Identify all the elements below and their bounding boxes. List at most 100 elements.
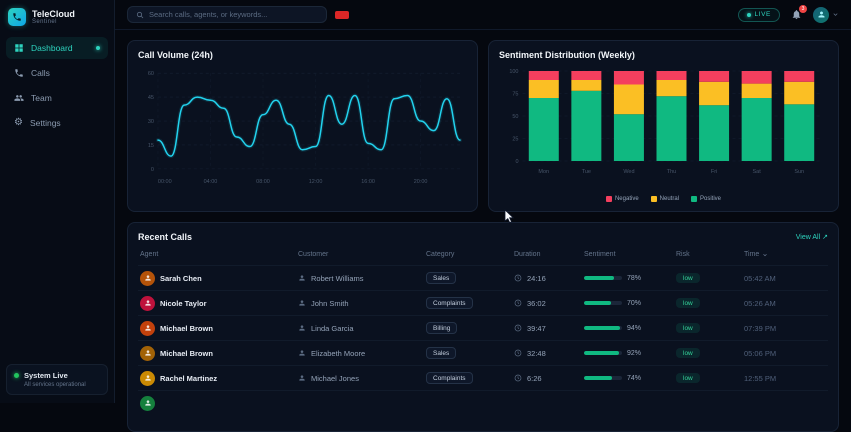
sentiment-bar	[584, 326, 622, 330]
svg-text:0: 0	[515, 159, 518, 165]
chevron-down-icon	[762, 252, 768, 258]
customer-name: Robert Williams	[311, 274, 364, 283]
agent-name: Rachel Martinez	[160, 374, 217, 383]
time-cell: 05:06 PM	[744, 349, 826, 358]
agent-avatar	[140, 296, 155, 311]
table-row[interactable]: Sarah ChenRobert WilliamsSales24:1678%lo…	[138, 265, 828, 290]
col-risk: Risk	[676, 251, 744, 258]
svg-text:16:00: 16:00	[361, 179, 375, 185]
agent-cell: Michael Brown	[140, 346, 298, 361]
sentiment-bar	[584, 301, 622, 305]
risk-badge: low	[676, 348, 700, 358]
person-icon	[298, 274, 306, 282]
person-icon	[298, 324, 306, 332]
category-badge: Sales	[426, 272, 456, 284]
category-badge: Complaints	[426, 372, 473, 384]
recent-calls-card: Recent Calls View All ↗ Agent Customer C…	[127, 222, 839, 432]
sentiment-bar	[584, 276, 622, 280]
dashboard-icon	[14, 43, 24, 53]
user-menu[interactable]	[813, 7, 839, 23]
customer-cell: John Smith	[298, 299, 426, 308]
search-box[interactable]	[127, 6, 327, 23]
sidebar-item-label: Dashboard	[31, 43, 73, 53]
sidebar-item-settings[interactable]: ⚙ Settings	[6, 112, 108, 134]
clock-icon	[514, 349, 522, 357]
svg-text:Mon: Mon	[538, 169, 549, 175]
sentiment-percent: 78%	[627, 275, 641, 282]
agent-avatar	[140, 321, 155, 336]
legend-swatch-icon	[651, 196, 657, 202]
sidebar-item-label: Team	[31, 93, 52, 103]
duration-value: 6:26	[527, 374, 542, 383]
category-cell: Complaints	[426, 372, 514, 384]
col-time-sort[interactable]: Time	[744, 251, 826, 258]
svg-text:08:00: 08:00	[256, 179, 270, 185]
table-row[interactable]: Rachel MartinezMichael JonesComplaints6:…	[138, 365, 828, 390]
active-indicator-dot	[96, 46, 100, 50]
svg-text:75: 75	[512, 92, 518, 98]
clock-icon	[514, 324, 522, 332]
legend-swatch-icon	[606, 196, 612, 202]
sidebar-item-team[interactable]: Team	[6, 87, 108, 109]
category-cell: Billing	[426, 322, 514, 334]
live-dot-icon	[747, 13, 751, 17]
category-cell: Sales	[426, 347, 514, 359]
search-icon	[136, 11, 144, 19]
risk-badge: low	[676, 373, 700, 383]
app-subtitle: Sentinel	[32, 19, 75, 25]
duration-cell: 6:26	[514, 374, 584, 383]
risk-badge: low	[676, 323, 700, 333]
time-cell: 05:26 AM	[744, 299, 826, 308]
svg-text:25: 25	[512, 137, 518, 143]
svg-text:100: 100	[509, 69, 518, 75]
svg-text:Wed: Wed	[623, 169, 634, 175]
risk-cell: low	[676, 373, 744, 383]
status-subtitle: All services operational	[14, 382, 100, 388]
table-row[interactable]: Nicole TaylorJohn SmithComplaints36:0270…	[138, 290, 828, 315]
sidebar-nav: Dashboard Calls Team ⚙ Settings	[6, 37, 108, 134]
risk-cell: low	[676, 323, 744, 333]
sidebar-item-calls[interactable]: Calls	[6, 62, 108, 84]
table-row[interactable]: Michael BrownElizabeth MooreSales32:4892…	[138, 340, 828, 365]
recent-calls-title: Recent Calls	[138, 232, 192, 242]
search-input[interactable]	[149, 10, 318, 19]
agent-cell: Sarah Chen	[140, 271, 298, 286]
svg-text:45: 45	[148, 95, 154, 101]
live-button[interactable]: LIVE	[738, 8, 781, 22]
status-title: System Live	[24, 371, 68, 380]
phone-icon	[14, 68, 24, 78]
sidebar: TeleCloud Sentinel Dashboard Calls Team …	[0, 0, 115, 403]
sentiment-cell: 92%	[584, 350, 676, 357]
call-volume-chart: 01530456000:0004:0008:0012:0016:0020:00	[138, 65, 467, 202]
svg-text:Sat: Sat	[753, 169, 762, 175]
alert-badge	[335, 11, 349, 19]
person-icon	[298, 349, 306, 357]
sidebar-item-label: Settings	[30, 118, 61, 128]
status-dot	[14, 373, 19, 378]
risk-badge: low	[676, 298, 700, 308]
customer-cell: Linda Garcia	[298, 324, 426, 333]
view-all-link[interactable]: View All ↗	[796, 233, 828, 241]
svg-text:Thu: Thu	[667, 169, 676, 175]
app-title: TeleCloud	[32, 9, 75, 20]
duration-cell: 24:16	[514, 274, 584, 283]
notifications-button[interactable]: 3	[791, 9, 802, 20]
live-label: LIVE	[755, 11, 772, 18]
table-row[interactable]: Michael BrownLinda GarciaBilling39:4794%…	[138, 315, 828, 340]
time-cell: 07:39 PM	[744, 324, 826, 333]
person-icon	[298, 299, 306, 307]
col-agent: Agent	[140, 251, 298, 258]
external-link-icon: ↗	[822, 233, 828, 241]
svg-text:Tue: Tue	[582, 169, 591, 175]
recent-calls-rows: Sarah Chen Robert Williams Sales 24:16 78% lo…	[138, 265, 828, 415]
sidebar-item-label: Calls	[31, 68, 50, 78]
clock-icon	[514, 274, 522, 282]
sentiment-card: Sentiment Distribution (Weekly) 02550751…	[488, 40, 839, 212]
duration-value: 36:02	[527, 299, 546, 308]
category-cell: Complaints	[426, 297, 514, 309]
app-root: TeleCloud Sentinel Dashboard Calls Team …	[0, 0, 851, 403]
duration-value: 32:48	[527, 349, 546, 358]
sidebar-item-dashboard[interactable]: Dashboard	[6, 37, 108, 59]
time-cell: 12:55 PM	[744, 374, 826, 383]
agent-avatar	[140, 396, 155, 411]
